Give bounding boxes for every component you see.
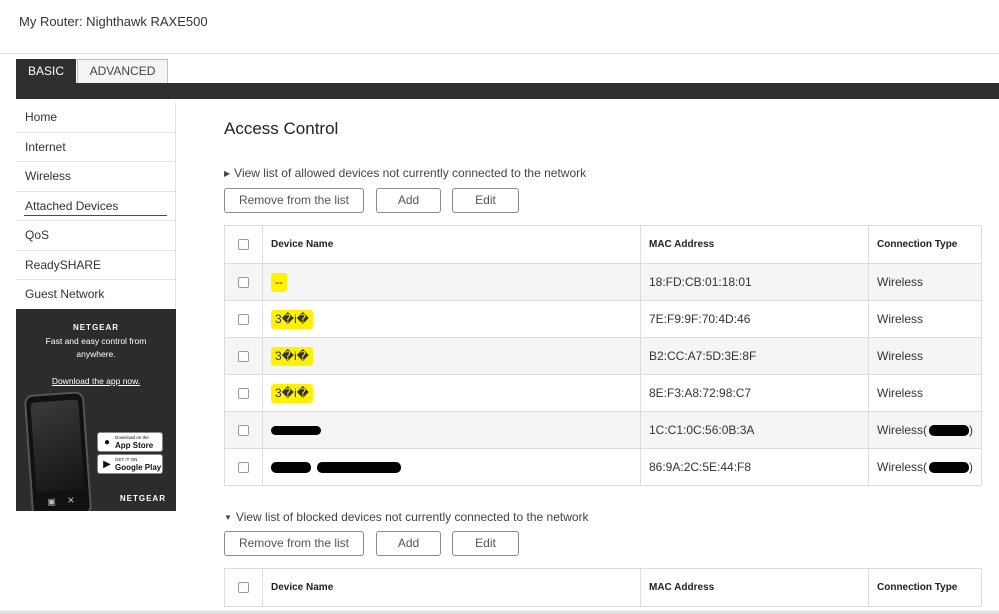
table-row: -- 18:FD:CB:01:18:01 Wireless [224, 263, 982, 301]
caret-down-icon: ▼ [224, 513, 232, 522]
mac-address: 7E:F9:9F:70:4D:46 [640, 300, 869, 338]
row-checkbox[interactable] [238, 314, 249, 326]
blocked-add-button[interactable]: Add [376, 531, 441, 556]
add-button[interactable]: Add [376, 188, 441, 213]
allowed-devices-toggle-label: View list of allowed devices not current… [234, 166, 587, 180]
row-checkbox[interactable] [238, 388, 249, 400]
connection-type-cell: Wireless() [868, 448, 982, 486]
app-promo-panel: NETGEAR Fast and easy control from anywh… [16, 309, 176, 511]
tab-basic[interactable]: BASIC [16, 59, 76, 83]
google-play-big-text: Google Play [115, 463, 162, 472]
row-checkbox[interactable] [238, 277, 249, 289]
sidebar-item-guest-network[interactable]: Guest Network [16, 280, 176, 310]
caret-right-icon: ▶ [224, 169, 231, 178]
blocked-devices-toggle-label: View list of blocked devices not current… [235, 510, 589, 524]
column-mac-address: MAC Address [640, 225, 869, 264]
column-device-name: Device Name [262, 568, 641, 607]
redacted-connection-detail [929, 462, 969, 474]
download-app-link[interactable]: Download the app now. [16, 376, 176, 386]
sidebar-item-qos[interactable]: QoS [16, 221, 176, 251]
phone-screen [30, 399, 85, 493]
column-device-name: Device Name [262, 225, 641, 264]
table-row: 3�i� 8E:F3:A8:72:98:C7 Wireless [224, 374, 982, 412]
select-all-cell [224, 568, 263, 607]
blocked-devices-table: Device Name MAC Address Connection Type [224, 568, 982, 607]
header-bar: My Router: Nighthawk RAXE500 [0, 0, 999, 54]
connection-type: Wireless [868, 374, 982, 412]
select-all-checkbox[interactable] [238, 581, 249, 593]
sidebar-item-readyshare[interactable]: ReadySHARE [16, 251, 176, 280]
row-checkbox[interactable] [238, 425, 249, 437]
row-checkbox[interactable] [238, 462, 249, 474]
column-mac-address: MAC Address [640, 568, 869, 607]
netgear-logo: NETGEAR [72, 323, 120, 332]
sidebar-item-home[interactable]: Home [16, 103, 176, 133]
connection-type: Wireless( [877, 423, 927, 437]
row-checkbox[interactable] [238, 351, 249, 363]
sidebar-item-wireless[interactable]: Wireless [16, 162, 176, 192]
sidebar-item-internet[interactable]: Internet [16, 133, 176, 162]
sidebar: Home Internet Wireless Attached Devices … [16, 103, 176, 310]
mac-address: 8E:F3:A8:72:98:C7 [640, 374, 869, 412]
table-row: 1C:C1:0C:56:0B:3A Wireless() [224, 411, 982, 449]
blocked-edit-button[interactable]: Edit [452, 531, 519, 556]
redacted-device-name [271, 462, 311, 474]
table-row: 3�i� 7E:F9:9F:70:4D:46 Wireless [224, 300, 982, 338]
app-store-big-text: App Store [115, 441, 154, 450]
apple-icon: ● [103, 436, 111, 448]
window-bottom-edge [0, 610, 999, 614]
remove-from-list-button[interactable]: Remove from the list [224, 188, 364, 213]
blocked-devices-toggle[interactable]: ▼ View list of blocked devices not curren… [224, 510, 589, 524]
phone-app-icon: ▣ [46, 496, 57, 507]
connection-type: Wireless [868, 300, 982, 338]
google-play-icon: ▶ [103, 458, 111, 470]
column-connection-type: Connection Type [868, 225, 982, 264]
allowed-devices-table: Device Name MAC Address Connection Type … [224, 225, 982, 486]
column-connection-type: Connection Type [868, 568, 982, 607]
table-row: 3�i� B2:CC:A7:5D:3E:8F Wireless [224, 337, 982, 375]
blocked-remove-from-list-button[interactable]: Remove from the list [224, 531, 364, 556]
connection-type-cell: Wireless() [868, 411, 982, 449]
tab-advanced[interactable]: ADVANCED [77, 59, 168, 83]
redacted-connection-detail [929, 425, 969, 437]
device-name: 3�i� [271, 309, 313, 329]
table-row: 86:9A:2C:5E:44:F8 Wireless() [224, 448, 982, 486]
connection-type-suffix: ) [969, 460, 973, 474]
mac-address: B2:CC:A7:5D:3E:8F [640, 337, 869, 375]
edit-button[interactable]: Edit [452, 188, 519, 213]
phone-image: ▣ ✕ [23, 391, 93, 511]
connection-type: Wireless( [877, 460, 927, 474]
sidebar-item-attached-devices[interactable]: Attached Devices [16, 192, 176, 221]
redacted-device-name-2 [317, 462, 401, 474]
promo-text: Fast and easy control from anywhere. [45, 336, 147, 359]
mac-address: 18:FD:CB:01:18:01 [640, 263, 869, 301]
mac-address: 86:9A:2C:5E:44:F8 [640, 448, 869, 486]
device-name: 3�i� [271, 383, 313, 403]
redacted-device-name [271, 426, 321, 436]
mac-address: 1C:C1:0C:56:0B:3A [640, 411, 869, 449]
device-name: 3�i� [271, 346, 313, 366]
router-title: My Router: Nighthawk RAXE500 [19, 14, 208, 29]
netgear-brand-footer: NETGEAR [119, 494, 166, 503]
app-store-badge[interactable]: ● Download on the App Store [97, 432, 163, 452]
table-header-row: Device Name MAC Address Connection Type [224, 225, 982, 264]
connection-type: Wireless [868, 337, 982, 375]
phone-close-icon: ✕ [66, 494, 76, 506]
select-all-cell [224, 225, 263, 264]
tab-bar-underline [16, 83, 999, 99]
allowed-devices-toggle[interactable]: ▶ View list of allowed devices not curren… [224, 166, 586, 180]
select-all-checkbox[interactable] [238, 238, 249, 250]
page-title: Access Control [224, 119, 339, 138]
table-header-row: Device Name MAC Address Connection Type [224, 568, 982, 607]
connection-type-suffix: ) [969, 423, 973, 437]
google-play-badge[interactable]: ▶ GET IT ON Google Play [97, 454, 163, 474]
device-name: -- [271, 272, 287, 292]
connection-type: Wireless [868, 263, 982, 301]
